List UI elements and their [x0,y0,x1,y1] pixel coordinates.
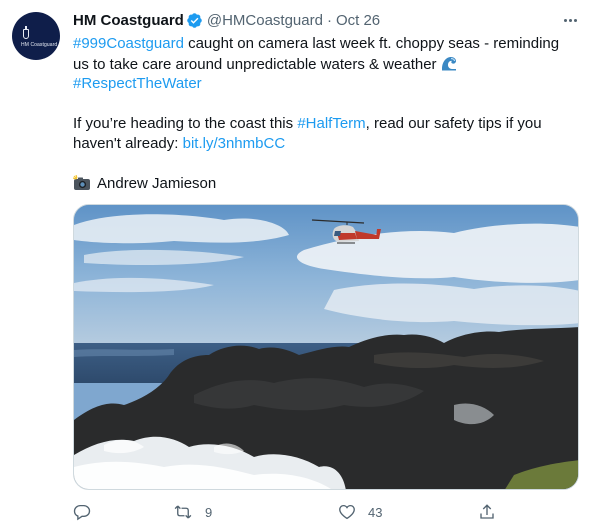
heart-icon [339,504,355,520]
share-button[interactable] [478,502,496,522]
tweet-text-line: haven't already: bit.ly/3nhmbCC [73,134,573,154]
tweet[interactable]: HM Coastguard HM Coastguard @HMCoastguar… [0,0,590,531]
account-name[interactable]: HM Coastguard [73,12,184,29]
share-icon [480,504,494,519]
camera-with-flash-icon [72,174,91,191]
tweet-text: , read our safety tips if you [365,115,542,132]
tweet-text: If you’re heading to the coast this [73,115,298,132]
more-dot-icon [568,18,572,22]
coastguard-helicopter-photo-icon [74,205,578,489]
photo-credit-name: Andrew Jamieson [97,175,217,192]
tweet-text-line: #999Coastguard caught on camera last wee… [73,34,573,54]
hashtag-link[interactable]: #RespectTheWater [73,75,202,92]
like-button[interactable]: 43 [338,502,382,522]
tweet-text-line: #RespectTheWater [73,74,573,94]
account-handle[interactable]: @HMCoastguard [207,12,323,29]
tweet-text: us to take care around unpredictable wat… [73,56,437,73]
more-dot-icon [573,18,577,22]
tweet-actions: 9 43 [73,502,513,522]
photo-credit: Andrew Jamieson [72,174,573,194]
verified-badge-icon [186,12,203,29]
reply-button[interactable] [73,502,91,522]
tweet-text: caught on camera last week ft. choppy se… [183,35,560,52]
tweet-text-line: If you’re heading to the coast this #Hal… [73,114,573,134]
tweet-date[interactable]: Oct 26 [336,12,380,29]
header-separator: · [326,11,332,29]
retweet-icon [174,505,192,519]
tweet-text: haven't already: [73,135,183,152]
url-link[interactable]: bit.ly/3nhmbCC [183,135,286,152]
like-count: 43 [368,504,383,520]
water-wave-icon [440,54,458,72]
retweet-button[interactable]: 9 [173,502,212,522]
more-options-button[interactable] [558,10,582,30]
avatar[interactable]: HM Coastguard [12,12,60,60]
coastguard-crest-icon [23,26,29,39]
hashtag-link[interactable]: #999Coastguard [73,35,184,52]
reply-icon [73,504,91,521]
avatar-logo-text: HM Coastguard [21,42,58,48]
more-dot-icon [563,18,567,22]
tweet-text-line: us to take care around unpredictable wat… [73,54,573,75]
tweet-photo[interactable] [73,204,579,490]
retweet-count: 9 [205,504,213,520]
tweet-header: HM Coastguard @HMCoastguard · Oct 26 [73,10,380,30]
hashtag-link[interactable]: #HalfTerm [297,115,365,132]
